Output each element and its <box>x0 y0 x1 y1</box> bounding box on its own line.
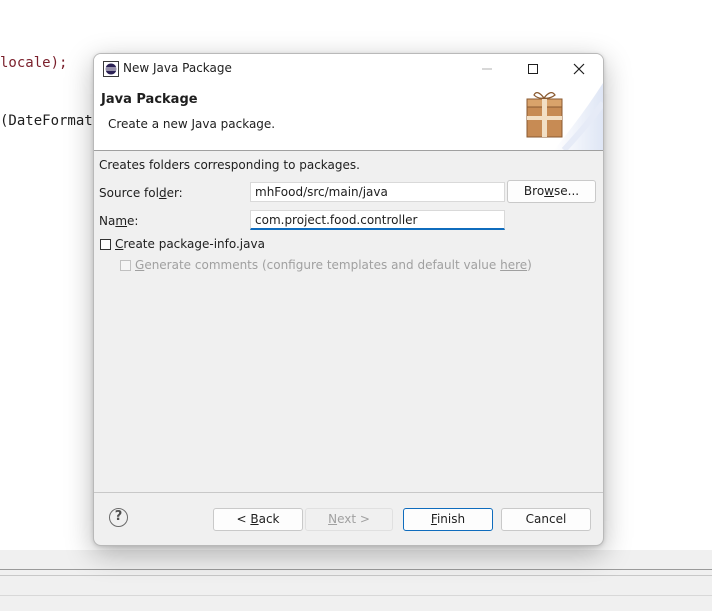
generate-comments-checkbox[interactable] <box>120 260 131 271</box>
help-icon[interactable]: ? <box>109 508 128 527</box>
label-part: se... <box>554 184 580 198</box>
divider <box>0 575 712 576</box>
cancel-button[interactable]: Cancel <box>501 508 591 531</box>
minimize-icon <box>482 68 492 70</box>
here-link[interactable]: here <box>500 258 527 272</box>
label-part: Bro <box>523 184 545 198</box>
mnemonic: B <box>250 512 259 526</box>
mnemonic: w <box>544 184 554 198</box>
divider <box>0 569 712 570</box>
source-folder-label: Source folder: <box>99 186 183 200</box>
label-part: Na <box>99 214 116 228</box>
browse-button[interactable]: Browse... <box>507 180 596 203</box>
banner-description: Create a new Java package. <box>108 117 276 131</box>
mnemonic: d <box>158 186 167 200</box>
next-button[interactable]: Next > <box>305 508 393 531</box>
info-text: Creates folders corresponding to package… <box>99 158 360 172</box>
label-part: ) <box>527 258 532 272</box>
editor-line-2: (DateFormat <box>0 113 93 129</box>
editor-line-1-text: locale); <box>0 55 68 71</box>
eclipse-icon <box>103 61 119 77</box>
label-part: reate package-info.java <box>123 237 265 251</box>
dialog-title: New Java Package <box>123 61 232 75</box>
create-package-info-label[interactable]: Create package-info.java <box>115 237 265 251</box>
label-part: enerate comments <box>144 258 259 272</box>
wizard-banner: Java Package Create a new Java package. <box>94 83 603 151</box>
name-input[interactable] <box>250 210 505 230</box>
generate-comments-label: Generate comments (configure templates a… <box>135 258 532 272</box>
label-part: er: <box>166 186 183 200</box>
label-part: inish <box>436 512 466 526</box>
mnemonic: N <box>328 512 338 526</box>
label-part: ack <box>258 512 280 526</box>
label-part: e: <box>127 214 139 228</box>
label-part: (configure templates and default value <box>258 258 501 272</box>
source-folder-input[interactable] <box>250 182 505 202</box>
minimize-button[interactable] <box>464 54 510 83</box>
divider <box>0 595 712 596</box>
label-part: Source fol <box>99 186 159 200</box>
label-part: < <box>236 512 251 526</box>
maximize-icon <box>528 64 538 74</box>
package-wizard-icon <box>526 83 603 150</box>
maximize-button[interactable] <box>510 54 556 83</box>
back-button[interactable]: < Back <box>213 508 303 531</box>
name-label: Name: <box>99 214 138 228</box>
close-icon <box>573 63 585 75</box>
close-button[interactable] <box>556 54 602 83</box>
create-package-info-checkbox[interactable] <box>100 239 111 250</box>
finish-button[interactable]: Finish <box>403 508 493 531</box>
mnemonic: m <box>115 214 128 228</box>
mnemonic: G <box>135 258 145 272</box>
editor-bottom-panel <box>0 550 712 611</box>
new-java-package-dialog: New Java Package Java Package Create a n… <box>93 53 604 546</box>
label-part: ext > <box>337 512 370 526</box>
footer-divider <box>94 492 603 493</box>
banner-title: Java Package <box>101 92 198 107</box>
title-bar[interactable]: New Java Package <box>94 54 603 83</box>
editor-line-1: locale); <box>0 55 67 71</box>
editor-line-2-text: (DateFormat <box>0 113 93 129</box>
